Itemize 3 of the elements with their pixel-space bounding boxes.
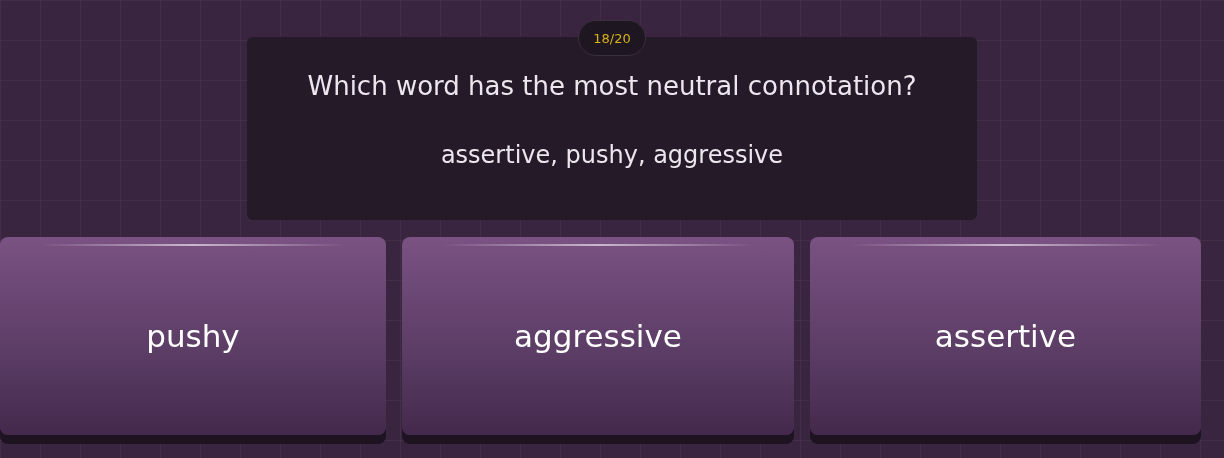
question-text: Which word has the most neutral connotation? bbox=[307, 71, 917, 101]
question-counter: 18/20 bbox=[578, 20, 646, 56]
word-choices-text: assertive, pushy, aggressive bbox=[440, 141, 784, 169]
